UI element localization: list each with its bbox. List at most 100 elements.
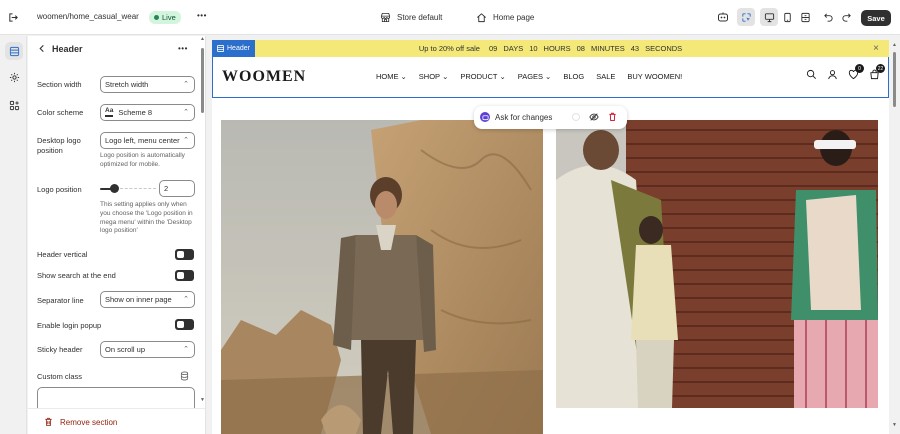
menu-item-buy[interactable]: BUY WOOMEN! — [627, 72, 682, 81]
menu-label: PAGES — [517, 72, 544, 81]
scroll-up-icon[interactable]: ▲ — [200, 36, 205, 42]
eye-off-icon[interactable] — [589, 112, 599, 124]
fullscreen-icon[interactable] — [796, 8, 814, 26]
hero-photo-group — [556, 120, 878, 408]
header-vertical-label: Header vertical — [37, 250, 88, 259]
ai-assistant-icon — [480, 112, 490, 122]
more-icon[interactable]: ••• — [197, 11, 207, 20]
panel-header: Header ••• — [28, 36, 205, 62]
status-badge: Live — [149, 11, 181, 24]
menu-item-shop[interactable]: SHOP ⌄ — [419, 72, 449, 81]
store-icon — [380, 12, 391, 23]
section-width-select[interactable]: Stretch width ⌃ — [100, 76, 195, 93]
custom-class-label: Custom class — [37, 372, 83, 381]
page-selector[interactable]: Home page — [476, 12, 534, 23]
logo-position-input[interactable]: 2 — [159, 180, 195, 197]
section-width-label: Section width — [37, 80, 82, 89]
panel-title: Header — [52, 44, 83, 54]
header-vertical-toggle[interactable] — [175, 249, 194, 260]
back-chevron-icon[interactable] — [38, 44, 46, 55]
ask-for-changes-label: Ask for changes — [495, 113, 553, 122]
wishlist-icon[interactable]: 0 — [848, 64, 864, 82]
logo-position-value: 2 — [164, 184, 169, 193]
desktop-icon[interactable] — [760, 8, 778, 26]
apps-icon[interactable] — [5, 96, 23, 114]
section-width-value: Stretch width — [105, 80, 149, 89]
color-scheme-select[interactable]: Aa Scheme 8 ⌃ — [100, 104, 195, 121]
sticky-header-label: Sticky header — [37, 345, 83, 354]
section-tag[interactable]: Header — [212, 40, 255, 57]
theme-path[interactable]: woomen/home_casual_wear — [37, 12, 139, 21]
left-nav — [0, 36, 27, 434]
site-header[interactable]: WOOMEN HOME ⌄ SHOP ⌄ PRODUCT ⌄ PAGES ⌄ BLOG … — [212, 57, 889, 98]
menu-label: HOME — [376, 72, 399, 81]
remove-section-button[interactable]: Remove section — [44, 417, 117, 427]
show-search-toggle[interactable] — [175, 270, 194, 281]
scroll-up-icon[interactable]: ▲ — [892, 42, 897, 48]
panel-scroll-thumb[interactable] — [201, 48, 204, 113]
menu-item-sale[interactable]: SALE — [596, 72, 615, 81]
slider-rest — [120, 188, 156, 189]
desktop-logo-position-select[interactable]: Logo left, menu center ⌃ — [100, 132, 195, 149]
exit-icon[interactable] — [8, 12, 19, 23]
separator-line-value: Show on inner page — [105, 295, 172, 304]
wishlist-count-badge: 0 — [855, 64, 864, 73]
sections-icon[interactable] — [5, 42, 23, 60]
scheme-swatch: Aa — [105, 108, 114, 117]
chevron-down-icon: ⌄ — [400, 72, 407, 81]
logo-position-slider[interactable] — [100, 184, 156, 193]
sticky-header-select[interactable]: On scroll up ⌃ — [100, 341, 195, 358]
cart-icon[interactable]: 22 — [869, 64, 885, 82]
search-icon[interactable] — [806, 69, 817, 82]
close-icon[interactable]: × — [873, 43, 879, 54]
separator-line-select[interactable]: Show on inner page ⌃ — [100, 291, 195, 308]
menu-item-pages[interactable]: PAGES ⌄ — [518, 72, 552, 81]
menu-item-product[interactable]: PRODUCT ⌄ — [460, 72, 505, 81]
panel-more-icon[interactable]: ••• — [178, 44, 188, 53]
menu-item-blog[interactable]: BLOG — [563, 72, 584, 81]
move-handle-icon[interactable] — [572, 113, 580, 121]
separator-line-label: Separator line — [37, 296, 84, 305]
countdown-seconds-value: 43 — [630, 44, 640, 53]
show-search-label: Show search at the end — [37, 271, 116, 280]
chevron-updown-icon: ⌃ — [183, 137, 189, 144]
settings-icon[interactable] — [5, 68, 23, 86]
site-logo[interactable]: WOOMEN — [222, 68, 306, 86]
panel-footer: Remove section — [28, 408, 205, 434]
chevron-down-icon: ⌄ — [442, 72, 449, 81]
trash-icon[interactable] — [608, 112, 617, 124]
store-selector[interactable]: Store default — [380, 12, 442, 23]
account-icon[interactable] — [827, 69, 838, 82]
slider-thumb[interactable] — [110, 184, 119, 193]
preview-area: Up to 20% off sale 09 DAYS 10 HOURS 08 M… — [207, 36, 900, 434]
storefront-frame: Up to 20% off sale 09 DAYS 10 HOURS 08 M… — [212, 40, 889, 434]
hero-image-right[interactable] — [556, 120, 878, 408]
desktop-logo-help: Logo position is automatically optimized… — [100, 152, 185, 168]
countdown-hours-value: 10 — [529, 44, 538, 53]
hero-image-left[interactable] — [221, 120, 543, 434]
header-icons: 0 22 — [806, 64, 885, 82]
scroll-down-icon[interactable]: ▼ — [200, 397, 205, 403]
chevron-updown-icon: ⌃ — [183, 109, 189, 116]
login-popup-toggle[interactable] — [175, 319, 194, 330]
logo-position-help: This setting applies only when you choos… — [100, 201, 193, 235]
preview-scroll-thumb[interactable] — [893, 52, 896, 107]
sticky-header-value: On scroll up — [105, 345, 146, 354]
redo-icon[interactable] — [841, 12, 852, 23]
announcement-bar[interactable]: Up to 20% off sale 09 DAYS 10 HOURS 08 M… — [212, 40, 889, 57]
mobile-icon[interactable] — [778, 8, 796, 26]
inspector-icon[interactable] — [737, 8, 755, 26]
scroll-down-icon[interactable]: ▼ — [892, 422, 897, 428]
save-button[interactable]: Save — [861, 10, 891, 26]
panel-scrollbar[interactable]: ▲ ▼ — [200, 36, 205, 408]
ask-for-changes-bar[interactable]: Ask for changes — [474, 106, 627, 129]
database-icon — [180, 371, 189, 383]
preview-scrollbar[interactable]: ▲ ▼ — [891, 40, 898, 434]
undo-icon[interactable] — [823, 12, 834, 23]
countdown-minutes-value: 08 — [576, 44, 585, 53]
menu-label: SALE — [596, 72, 616, 81]
announcement-text: Up to 20% off sale — [418, 44, 480, 53]
menu-item-home[interactable]: HOME ⌄ — [376, 72, 407, 81]
ai-assistant-icon[interactable] — [717, 11, 729, 23]
color-scheme-label: Color scheme — [37, 108, 84, 117]
